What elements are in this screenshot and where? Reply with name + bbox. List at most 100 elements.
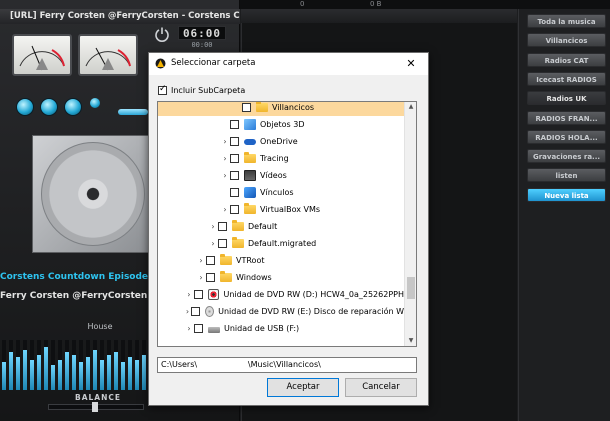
tree-checkbox[interactable] [194, 324, 203, 333]
expand-chevron-icon[interactable]: › [184, 324, 194, 333]
tree-row[interactable]: › Default.migrated [158, 235, 404, 252]
elapsed-time: 00:00 [191, 41, 213, 49]
seek-slider[interactable] [118, 109, 148, 115]
tree-row[interactable]: › Tracing [158, 150, 404, 167]
player-title: [URL] Ferry Corsten @FerryCorsten - Cors… [0, 9, 240, 24]
expand-chevron-icon[interactable]: › [220, 205, 230, 214]
expand-chevron-icon[interactable]: › [208, 222, 218, 231]
eq-band-level[interactable] [142, 355, 146, 390]
folder-tree[interactable]: Villancicos Objetos 3D › OneDrive › Tracing › V… [157, 101, 417, 347]
power-icon[interactable] [154, 26, 170, 42]
eq-band-level[interactable] [44, 347, 48, 390]
tree-row[interactable]: › VirtualBox VMs [158, 201, 404, 218]
tree-row[interactable]: › OneDrive [158, 133, 404, 150]
expand-chevron-icon[interactable]: › [196, 273, 206, 282]
tree-checkbox[interactable] [230, 154, 239, 163]
eq-band-level[interactable] [100, 360, 104, 390]
stop-button[interactable] [90, 98, 100, 108]
include-subfolder-label: Incluir SubCarpeta [171, 85, 246, 95]
expand-chevron-icon[interactable]: › [220, 171, 230, 180]
eq-band-level[interactable] [135, 360, 139, 390]
eq-band-level[interactable] [2, 362, 6, 390]
tree-row[interactable]: › Unidad de DVD RW (E:) Disco de reparaci… [158, 303, 404, 320]
eq-band-level[interactable] [51, 365, 55, 390]
eq-band-level[interactable] [30, 360, 34, 390]
eq-band-level[interactable] [114, 352, 118, 390]
scroll-down-icon[interactable]: ▼ [405, 336, 416, 346]
tree-row[interactable]: › Windows [158, 269, 404, 286]
close-icon[interactable]: ✕ [404, 57, 418, 71]
cancel-button[interactable]: Cancelar [345, 378, 417, 397]
playlist-button[interactable]: Gravaciones ra... [527, 149, 606, 164]
playlist-button[interactable]: Toda la musica [527, 14, 606, 28]
tree-checkbox[interactable] [206, 256, 215, 265]
eq-band-level[interactable] [58, 360, 62, 390]
tree-checkbox[interactable] [230, 188, 239, 197]
tree-row-label: Unidad de DVD RW (D:) HCW4_0a_25262PPH [223, 290, 404, 299]
eq-band-level[interactable] [93, 350, 97, 390]
eq-band-level[interactable] [37, 355, 41, 390]
tree-checkbox[interactable] [218, 222, 227, 231]
scroll-thumb[interactable] [407, 277, 415, 299]
tree-row[interactable]: Villancicos [158, 102, 404, 116]
tree-row[interactable]: Objetos 3D [158, 116, 404, 133]
tree-row[interactable]: › VTRoot [158, 252, 404, 269]
playlist-button[interactable]: Villancicos [527, 33, 606, 48]
eq-band-level[interactable] [79, 362, 83, 390]
tree-checkbox[interactable] [218, 239, 227, 248]
tree-scrollbar[interactable]: ▲ ▼ [404, 102, 416, 346]
eq-band-level[interactable] [23, 350, 27, 390]
eq-band-level[interactable] [72, 355, 76, 390]
eq-band-level[interactable] [9, 352, 13, 390]
tree-row[interactable]: › Unidad de DVD RW (D:) HCW4_0a_25262PPH [158, 286, 404, 303]
accept-button[interactable]: Aceptar [267, 378, 339, 397]
tree-checkbox[interactable] [242, 103, 251, 112]
pause-button[interactable] [64, 98, 82, 116]
eq-band-level[interactable] [86, 357, 90, 390]
playlist-button[interactable]: Icecast RADIOS [527, 71, 606, 86]
playlist-button[interactable]: Radios UK [527, 91, 606, 106]
equalizer[interactable] [0, 338, 148, 390]
tree-row[interactable]: Vínculos [158, 184, 404, 201]
eq-preset-label[interactable]: House [70, 322, 130, 331]
expand-chevron-icon[interactable]: › [196, 256, 206, 265]
eq-band-level[interactable] [107, 355, 111, 390]
scroll-up-icon[interactable]: ▲ [405, 102, 416, 112]
path-input[interactable]: C:\Users\ \Music\Villancicos\ [157, 357, 417, 373]
expand-chevron-icon[interactable]: › [184, 307, 191, 316]
expand-chevron-icon[interactable]: › [184, 290, 194, 299]
tree-checkbox[interactable] [193, 290, 203, 299]
tree-row-label: Vídeos [260, 171, 287, 180]
playlist-button[interactable]: listen [527, 168, 606, 183]
eq-band-level[interactable] [16, 357, 20, 390]
disc-drive-icon [205, 306, 215, 317]
tree-row-label: Windows [236, 273, 272, 282]
playlist-button[interactable]: Nueva lista [527, 187, 606, 202]
playlist-button[interactable]: RADIOS HOLA... [527, 129, 606, 144]
tree-row[interactable]: › Default [158, 218, 404, 235]
folder-icon [256, 102, 268, 112]
tree-checkbox[interactable] [230, 171, 239, 180]
play-button[interactable] [40, 98, 58, 116]
tree-checkbox[interactable] [206, 273, 215, 282]
clock-display: 06:00 [178, 26, 226, 40]
balance-label: BALANCE [74, 393, 121, 402]
playlist-button[interactable]: Radios CAT [527, 52, 606, 67]
expand-chevron-icon[interactable]: › [220, 154, 230, 163]
eq-band-level[interactable] [128, 357, 132, 390]
tree-checkbox[interactable] [230, 205, 239, 214]
expand-chevron-icon[interactable]: › [220, 137, 230, 146]
prev-button[interactable] [16, 98, 34, 116]
balance-knob[interactable] [92, 402, 98, 412]
tree-checkbox[interactable] [230, 137, 239, 146]
playlist-button[interactable]: RADIOS FRAN... [527, 110, 606, 125]
eq-band-level[interactable] [121, 362, 125, 390]
expand-chevron-icon[interactable]: › [208, 239, 218, 248]
tree-row[interactable]: › Vídeos [158, 167, 404, 184]
eq-band-level[interactable] [65, 352, 69, 390]
tree-checkbox[interactable] [191, 307, 201, 316]
tree-checkbox[interactable] [230, 120, 239, 129]
tree-row[interactable]: › Unidad de USB (F:) [158, 320, 404, 337]
include-subfolder-checkbox[interactable]: Incluir SubCarpeta [158, 84, 245, 96]
checkbox-checked-icon[interactable] [158, 84, 167, 95]
